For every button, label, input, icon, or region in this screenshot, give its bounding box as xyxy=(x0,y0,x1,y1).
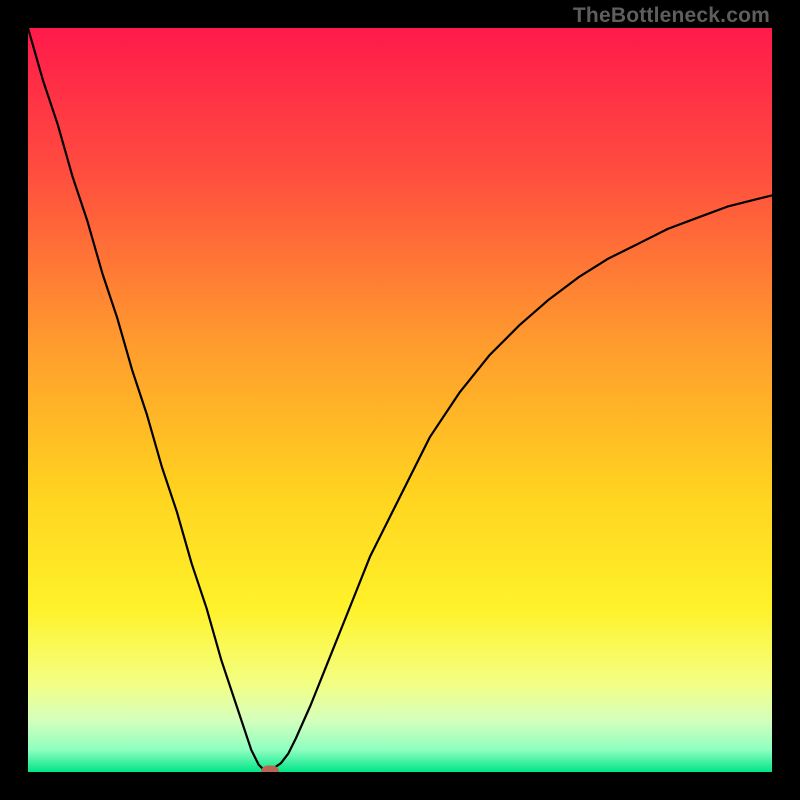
curve-layer xyxy=(28,28,772,772)
bottleneck-curve xyxy=(28,28,772,772)
watermark-label: TheBottleneck.com xyxy=(573,4,770,28)
optimal-point-marker xyxy=(261,766,279,773)
chart-frame: TheBottleneck.com xyxy=(0,0,800,800)
plot-area xyxy=(28,28,772,772)
